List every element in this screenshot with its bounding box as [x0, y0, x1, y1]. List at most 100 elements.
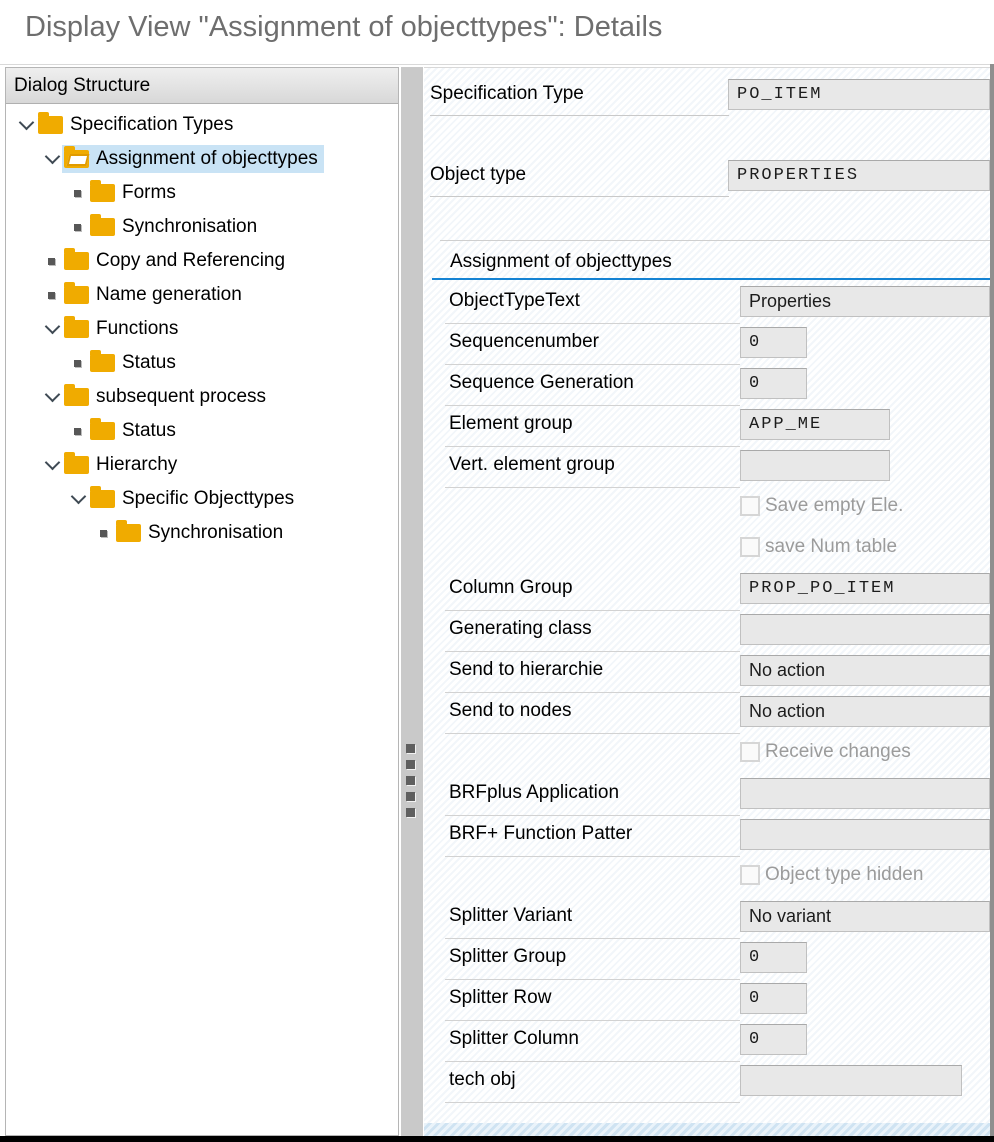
save-num-table-checkbox[interactable] — [740, 537, 760, 557]
folder-icon — [116, 524, 141, 542]
form-row-column-group: Column GroupPROP_PO_ITEM — [424, 573, 990, 614]
form-row-splitter-row: Splitter Row0 — [424, 983, 990, 1024]
objecttypetext-field[interactable]: Properties — [740, 286, 990, 317]
brfplus-application-label: BRFplus Application — [445, 778, 740, 804]
tree-item-subsequent-process[interactable]: subsequent process — [6, 380, 398, 414]
generating-class-label: Generating class — [445, 614, 740, 640]
sequence-generation-field[interactable]: 0 — [740, 368, 807, 399]
column-group-field[interactable]: PROP_PO_ITEM — [740, 573, 990, 604]
specification-type-field[interactable]: PO_ITEM — [728, 79, 990, 110]
tree-item-body: Forms — [88, 179, 182, 207]
element-group-field[interactable]: APP_ME — [740, 409, 890, 440]
splitter-group-field[interactable]: 0 — [740, 942, 807, 973]
splitter-column-field[interactable]: 0 — [740, 1024, 807, 1055]
folder-icon — [90, 422, 115, 440]
leaf-bullet-icon — [74, 224, 81, 231]
send-to-hierarchie-field[interactable]: No action — [740, 655, 990, 686]
tree-item-body: Hierarchy — [62, 451, 183, 479]
objecttypetext-label: ObjectTypeText — [445, 286, 740, 312]
tree-item-body: Status — [88, 349, 182, 377]
object-type-label: Object type — [430, 160, 728, 191]
generating-class-field[interactable] — [740, 614, 990, 645]
chevron-down-icon[interactable] — [42, 394, 62, 400]
splitter-dot — [406, 744, 415, 753]
column-group-label: Column Group — [445, 573, 740, 599]
group-title: Assignment of objecttypes — [424, 251, 990, 273]
title-bar: Display View "Assignment of objecttypes"… — [0, 0, 994, 65]
folder-icon — [90, 354, 115, 372]
tree-item-synchronisation[interactable]: Synchronisation — [6, 516, 398, 550]
checkbox-spacer — [445, 532, 740, 536]
tree-item-functions[interactable]: Functions — [6, 312, 398, 346]
send-to-hierarchie-label: Send to hierarchie — [445, 655, 740, 681]
tree-item-status[interactable]: Status — [6, 346, 398, 380]
chevron-down-icon[interactable] — [16, 122, 36, 128]
checkbox-spacer — [445, 860, 740, 864]
brfplus-application-field[interactable] — [740, 778, 990, 809]
splitter-dot — [406, 760, 415, 769]
tree-item-body: Functions — [62, 315, 184, 343]
sequencenumber-label: Sequencenumber — [445, 327, 740, 353]
chevron-down-icon[interactable] — [68, 496, 88, 502]
leaf-bullet-icon — [74, 360, 81, 367]
tree-item-label: Status — [122, 352, 176, 374]
splitter-variant-field[interactable]: No variant — [740, 901, 990, 932]
tech-obj-field[interactable] — [740, 1065, 962, 1096]
checkbox-row-save-num-table: save Num table — [424, 532, 990, 573]
tree-item-hierarchy[interactable]: Hierarchy — [6, 448, 398, 482]
splitter-dot — [406, 792, 415, 801]
save-empty-ele-checkbox-label: Save empty Ele. — [765, 491, 903, 517]
tree-item-specification-types[interactable]: Specification Types — [6, 108, 398, 142]
tree-item-synchronisation[interactable]: Synchronisation — [6, 210, 398, 244]
tree-item-body: Copy and Referencing — [62, 247, 291, 275]
folder-icon — [64, 388, 89, 406]
tree-item-name-generation[interactable]: Name generation — [6, 278, 398, 312]
folder-icon — [64, 286, 89, 304]
tree-item-label: Hierarchy — [96, 454, 177, 476]
status-bar — [0, 1136, 994, 1142]
object-type-hidden-checkbox-label: Object type hidden — [765, 860, 923, 886]
tree-item-body: Synchronisation — [114, 519, 289, 547]
checkbox-spacer — [445, 737, 740, 741]
sequencenumber-field[interactable]: 0 — [740, 327, 807, 358]
bottom-band — [424, 1123, 990, 1136]
receive-changes-checkbox[interactable] — [740, 742, 760, 762]
tree-item-assignment-of-objecttypes[interactable]: Assignment of objecttypes — [6, 142, 398, 176]
tree-item-forms[interactable]: Forms — [6, 176, 398, 210]
tree-item-label: Specific Objecttypes — [122, 488, 294, 510]
form-row-vert-element-group: Vert. element group — [424, 450, 990, 491]
element-group-label: Element group — [445, 409, 740, 435]
folder-icon — [64, 456, 89, 474]
tree-item-specific-objecttypes[interactable]: Specific Objecttypes — [6, 482, 398, 516]
sidebar-panel: Dialog Structure Specification TypesAssi… — [5, 67, 399, 1136]
dialog-structure-tree: Specification Types Assignment of objectt… — [6, 104, 398, 550]
object-type-field[interactable]: PROPERTIES — [728, 160, 990, 191]
object-type-hidden-checkbox[interactable] — [740, 865, 760, 885]
checkbox-row-save-empty-ele: Save empty Ele. — [424, 491, 990, 532]
save-empty-ele-checkbox[interactable] — [740, 496, 760, 516]
chevron-down-icon[interactable] — [42, 326, 62, 332]
checkbox-row-object-type-hidden: Object type hidden — [424, 860, 990, 901]
splitter-row-field[interactable]: 0 — [740, 983, 807, 1014]
leaf-bullet-icon — [74, 190, 81, 197]
splitter-dot — [406, 808, 415, 817]
chevron-down-icon[interactable] — [42, 462, 62, 468]
splitter[interactable] — [401, 67, 423, 1136]
folder-icon — [64, 252, 89, 270]
tree-item-body: Specification Types — [36, 111, 239, 139]
form-row-splitter-group: Splitter Group0 — [424, 942, 990, 983]
chevron-down-icon[interactable] — [42, 156, 62, 162]
tree-item-copy-and-referencing[interactable]: Copy and Referencing — [6, 244, 398, 278]
tree-item-label: subsequent process — [96, 386, 266, 408]
splitter-variant-label: Splitter Variant — [445, 901, 740, 927]
brf-function-patter-field[interactable] — [740, 819, 990, 850]
brf-function-patter-label: BRF+ Function Patter — [445, 819, 740, 845]
tree-item-label: Specification Types — [70, 114, 233, 136]
form-row-send-to-hierarchie: Send to hierarchieNo action — [424, 655, 990, 696]
splitter-handle-icon[interactable] — [406, 744, 415, 824]
tree-item-label: Synchronisation — [148, 522, 283, 544]
vert-element-group-field[interactable] — [740, 450, 890, 481]
detail-panel: Specification TypePO_ITEMObject typePROP… — [424, 67, 990, 1123]
send-to-nodes-field[interactable]: No action — [740, 696, 990, 727]
tree-item-status[interactable]: Status — [6, 414, 398, 448]
